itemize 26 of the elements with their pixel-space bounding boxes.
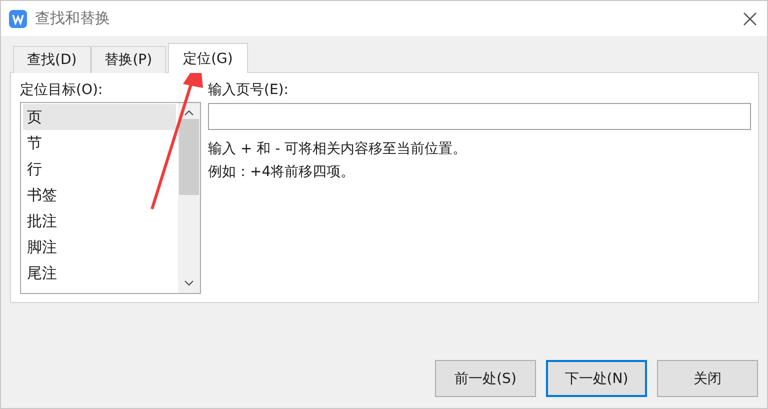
hint-text: 输入 + 和 - 可将相关内容移至当前位置。 [208,140,468,159]
list-item[interactable]: 行 [23,156,176,182]
hint-text: 例如：+4将前移四项。 [208,163,356,182]
close-icon[interactable] [743,12,757,26]
list-item[interactable]: 脚注 [23,234,176,260]
tab[interactable]: 查找(D) [13,46,91,73]
list-item[interactable]: 尾注 [23,260,176,286]
page-number-field[interactable] [208,103,751,130]
list-item[interactable]: 批注 [23,208,176,234]
tab[interactable]: 定位(G) [168,43,248,73]
scroll-up-icon[interactable] [184,109,194,117]
app-logo-icon [9,10,27,28]
list-item[interactable]: 页 [23,104,176,130]
dialog-button[interactable]: 下一处(N) [546,360,647,397]
list-item[interactable]: 书签 [23,182,176,208]
scroll-down-icon[interactable] [184,279,194,287]
window-title: 查找和替换 [35,9,111,28]
tab[interactable]: 替换(P) [90,46,166,73]
dialog-button[interactable]: 关闭 [657,360,758,397]
scroll-thumb[interactable] [179,119,199,195]
field-label: 输入页号(E): [208,81,290,99]
dialog-button[interactable]: 前一处(S) [435,360,536,397]
target-list[interactable]: 页 节 行 书签 批注 脚注 尾注 [20,102,201,294]
list-item[interactable]: 节 [23,130,176,156]
scrollbar[interactable] [178,103,200,293]
field-label: 定位目标(O): [20,81,104,99]
